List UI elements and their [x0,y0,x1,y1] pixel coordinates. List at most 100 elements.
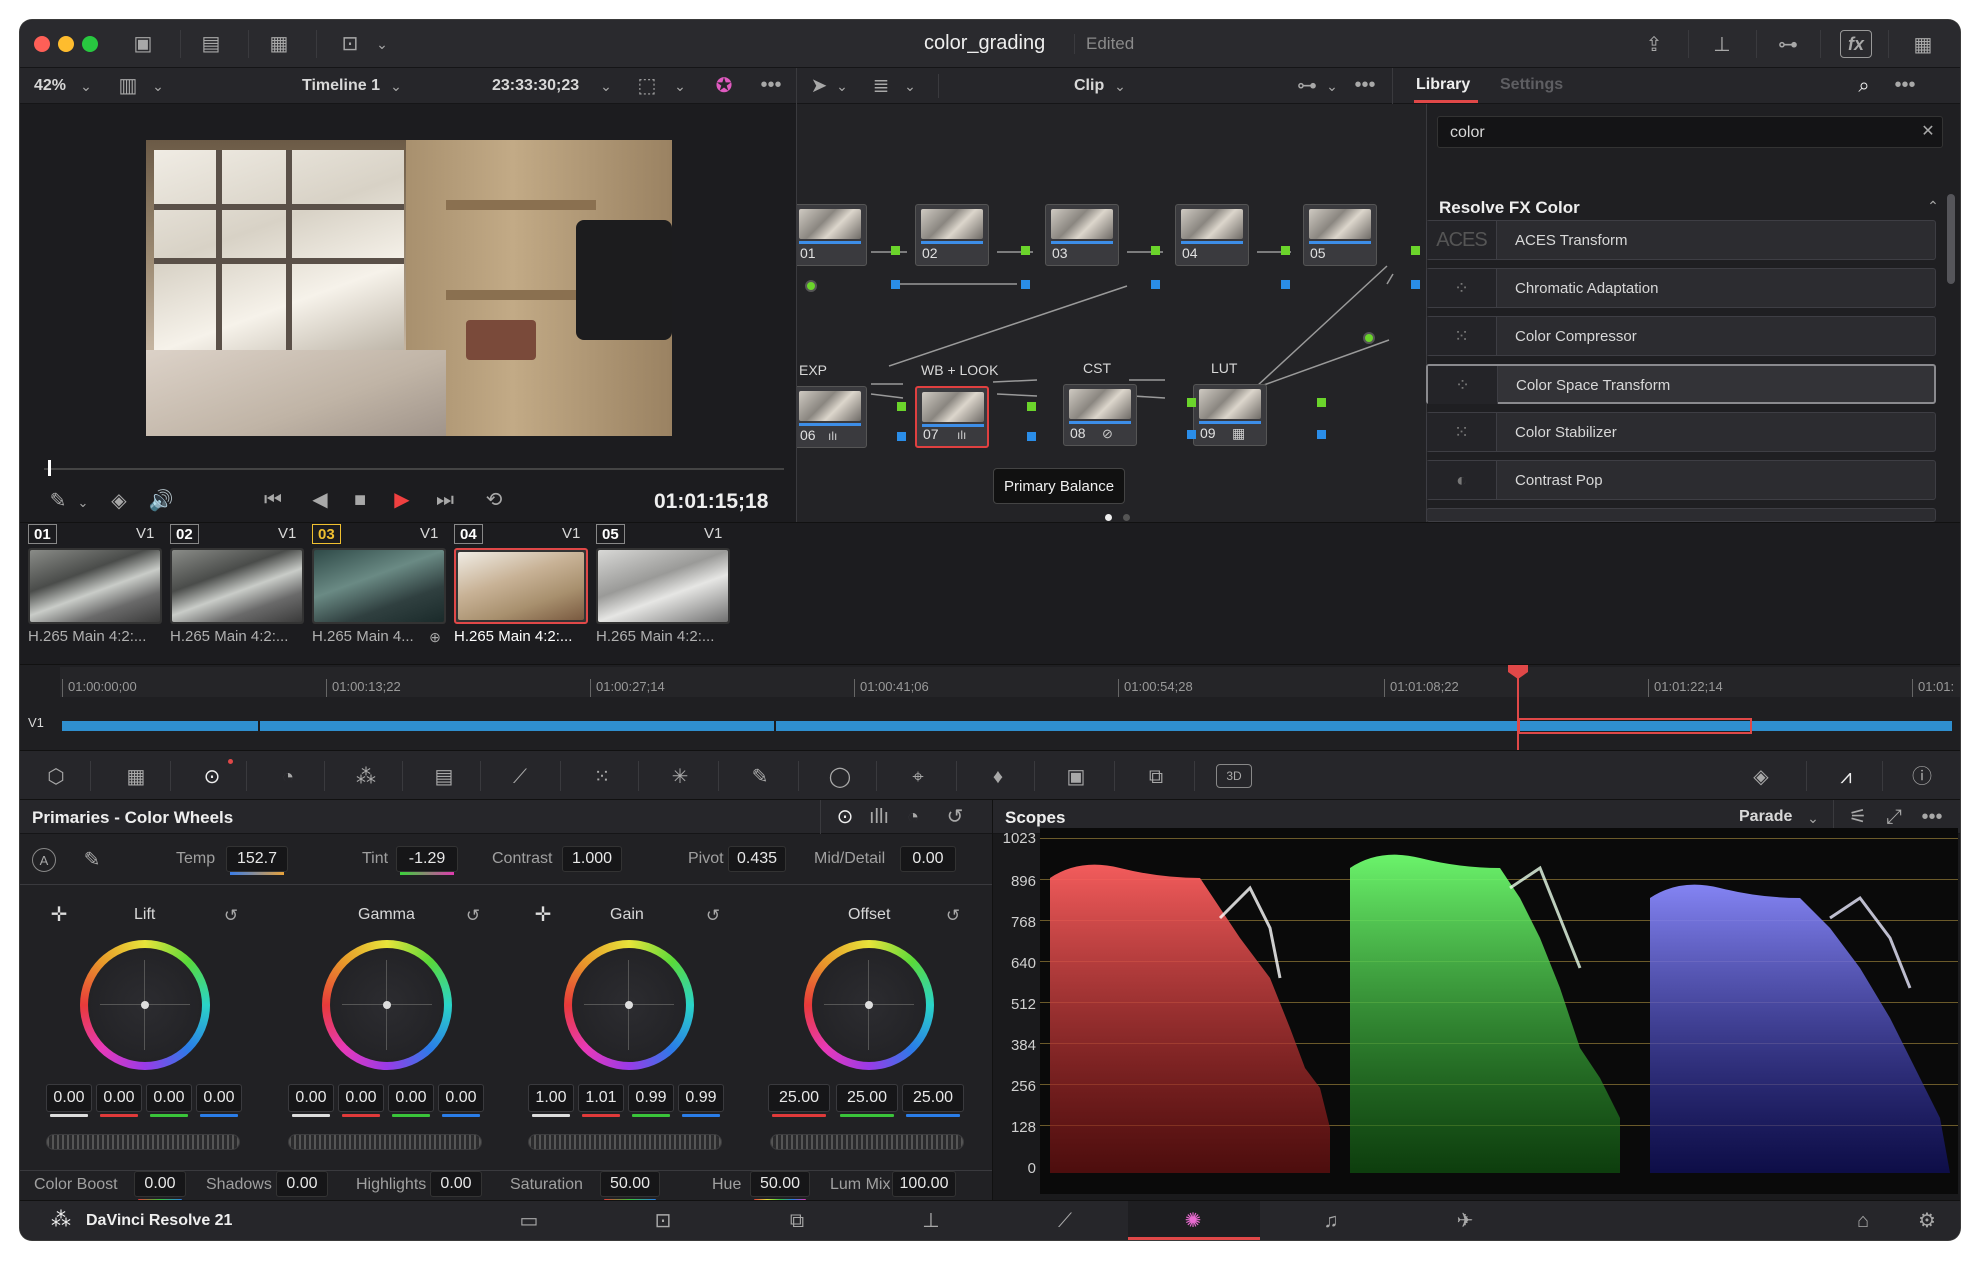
hdr-wheels-icon[interactable]: ◔ [270,763,306,791]
camera-raw-icon[interactable]: ⬡ [40,763,72,791]
3d-icon[interactable]: 3D [1216,764,1252,788]
node-04[interactable]: 04 [1175,204,1249,266]
chevron-down-icon[interactable]: ⌄ [1805,808,1821,828]
keyboard-icon[interactable]: ▦ [1908,32,1938,58]
edit-page-icon[interactable]: ⧉ [782,1209,812,1233]
more-options-icon[interactable]: ••• [1917,804,1947,830]
motion-effects-icon[interactable]: ▤ [428,763,460,791]
zoom-level[interactable]: 42% [34,77,66,95]
chevron-down-icon[interactable]: ⌄ [598,76,614,96]
skip-to-end-icon[interactable]: ⏭ [430,486,460,514]
parade-scope[interactable] [1040,828,1958,1194]
node-layers-icon[interactable]: ≣ [868,74,894,98]
offset-green-value[interactable]: 25.00 [836,1084,898,1112]
node-editor[interactable]: 01 02 03 04 05 EXP WB + LOOK CST LUT 06 ı… [797,104,1427,524]
magic-mask-icon[interactable]: ♦ [982,763,1014,791]
timeline-selector[interactable]: Timeline 1 [302,77,380,95]
fx-item-chromatic-adaptation[interactable]: ⁘ Chromatic Adaptation [1426,268,1936,308]
saturation-field[interactable]: 50.00 [600,1171,660,1197]
hue-field[interactable]: 50.00 [750,1171,810,1197]
lift-blue-value[interactable]: 0.00 [196,1084,242,1112]
offset-master-wheel[interactable] [770,1134,964,1150]
gamma-master-value[interactable]: 0.00 [288,1084,334,1112]
chevron-down-icon[interactable]: ⌄ [388,76,404,96]
fx-item-aces-transform[interactable]: ACES ACES Transform [1426,220,1936,260]
page-dot-active[interactable] [1105,514,1112,521]
wheels-mode-icon[interactable]: ⊙ [832,804,858,830]
node-02[interactable]: 02 [915,204,989,266]
gain-red-value[interactable]: 1.01 [578,1084,624,1112]
pivot-field[interactable]: 0.435 [728,846,786,872]
gamma-wheel[interactable] [322,940,452,1070]
reset-icon[interactable]: ↺ [702,904,724,926]
loop-icon[interactable]: ⟲ [480,486,508,514]
info-icon[interactable]: ⓘ [1906,763,1938,791]
gain-blue-value[interactable]: 0.99 [678,1084,724,1112]
scrubber-playhead[interactable] [48,460,51,476]
node-01[interactable]: 01 [797,204,867,266]
log-mode-icon[interactable]: ◔ [900,804,926,830]
offset-blue-value[interactable]: 25.00 [902,1084,964,1112]
scopes-icon[interactable]: ⩘ [1830,763,1862,791]
mixer-icon[interactable]: ⊥ [1708,32,1736,58]
fx-item-color-space-transform[interactable]: ⁘ Color Space Transform [1426,364,1936,404]
lift-green-value[interactable]: 0.00 [146,1084,192,1112]
viewer-image[interactable] [146,140,672,436]
fx-item-partial[interactable] [1426,508,1936,522]
window-icon[interactable]: ◯ [824,763,856,791]
gamma-blue-value[interactable]: 0.00 [438,1084,484,1112]
media-page-icon[interactable]: ▭ [514,1209,544,1233]
volume-icon[interactable]: 🔊 [148,488,174,514]
gamma-master-wheel[interactable] [288,1134,482,1150]
tracker-icon[interactable]: ⌖ [902,763,934,791]
play-reverse-icon[interactable]: ◀ [308,486,332,514]
temp-field[interactable]: 152.7 [226,846,288,872]
timeline[interactable]: 01:00:00;00 01:00:13;22 01:00:27;14 01:0… [20,664,1960,751]
minimize-window-button[interactable] [58,36,74,52]
search-icon[interactable]: ⌕ [1850,72,1878,100]
node-mode-selector[interactable]: Clip [1074,77,1104,95]
chevron-down-icon[interactable]: ⌄ [1112,76,1128,96]
scope-settings-icon[interactable]: ⚟ [1845,804,1871,830]
effects-icon[interactable]: fx [1840,30,1872,58]
stills-gallery-icon[interactable]: ▤ [196,32,226,56]
node-06[interactable]: 06 ılı [797,386,867,448]
clip-thumbnail-01[interactable] [28,548,162,624]
pointer-icon[interactable]: ➤ [808,74,830,98]
gamma-red-value[interactable]: 0.00 [338,1084,384,1112]
gain-master-wheel[interactable] [528,1134,722,1150]
qualifier-icon[interactable]: ✎ [744,763,776,791]
audio-page-icon[interactable]: ♫ [1316,1209,1346,1233]
auto-balance-icon[interactable]: A [32,848,56,872]
highlight-icon[interactable]: ✪ [710,73,738,99]
chevron-down-icon[interactable]: ⌄ [902,76,918,96]
curves-icon[interactable]: ⟋ [504,763,536,791]
color-match-icon[interactable]: ▦ [120,763,152,791]
layers-icon[interactable]: ◈ [106,488,132,514]
cut-page-icon[interactable]: ⊡ [648,1209,678,1233]
lift-red-value[interactable]: 0.00 [96,1084,142,1112]
key-icon[interactable]: ⧉ [1140,763,1172,791]
color-warper-icon[interactable]: ⁙ [586,763,618,791]
play-icon[interactable]: ▶ [390,486,414,514]
zoom-window-button[interactable] [82,36,98,52]
library-scrollbar[interactable] [1947,194,1955,284]
fusion-page-icon[interactable]: ⊥ [916,1209,946,1233]
luts-icon[interactable]: ▦ [264,32,294,56]
skip-to-start-icon[interactable]: ⏮ [258,486,288,514]
eyedropper-icon[interactable]: ✎ [46,488,70,514]
crosshair-icon[interactable]: ✛ [532,904,554,926]
crosshair-icon[interactable]: ✛ [48,904,70,926]
node-05[interactable]: 05 [1303,204,1377,266]
lum-mix-field[interactable]: 100.00 [892,1171,956,1197]
more-options-icon[interactable]: ••• [1890,72,1920,98]
node-output-dot[interactable] [805,280,817,292]
reset-icon[interactable]: ↺ [942,804,968,830]
clip-thumbnail-03[interactable] [312,548,446,624]
tab-library[interactable]: Library [1416,76,1470,94]
fx-item-color-stabilizer[interactable]: ⁙ Color Stabilizer [1426,412,1936,452]
color-wheels-icon[interactable]: ⊙ [196,763,228,791]
mid-detail-field[interactable]: 0.00 [900,846,956,872]
node-output-dot[interactable] [1363,332,1375,344]
chevron-down-icon[interactable]: ⌄ [374,34,390,54]
